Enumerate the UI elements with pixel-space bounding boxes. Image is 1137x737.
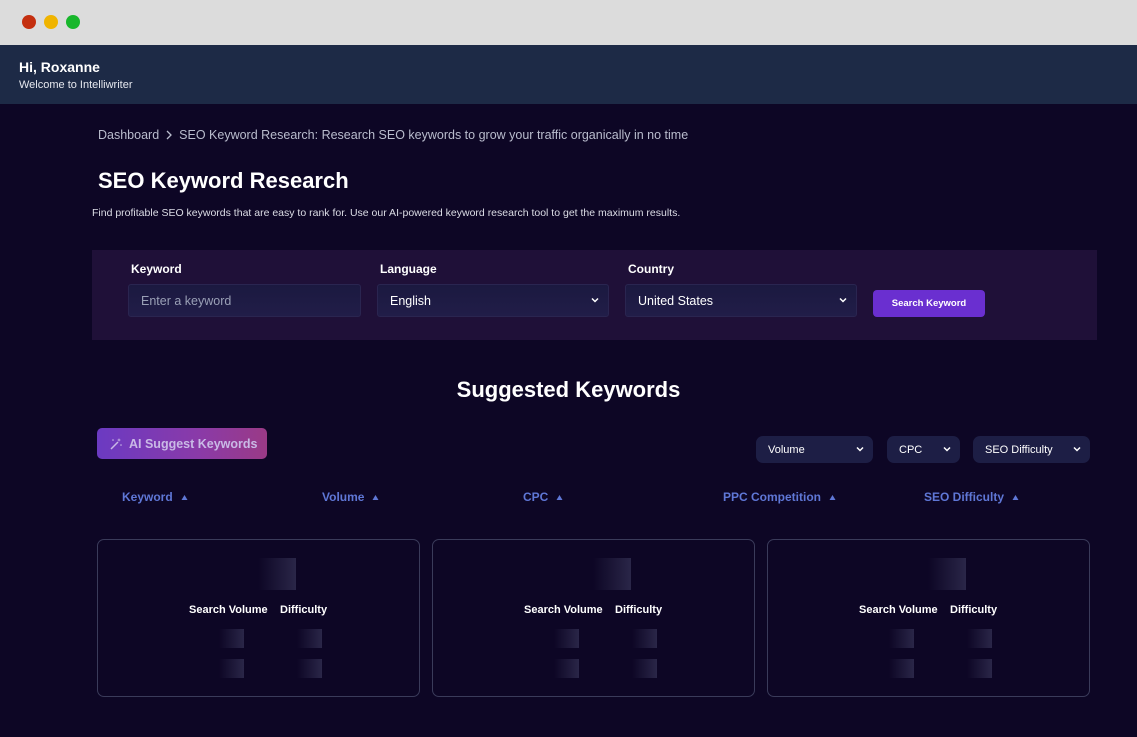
ai-suggest-label: AI Suggest Keywords [129,436,258,451]
ai-suggest-keywords-button[interactable]: AI Suggest Keywords [97,428,267,459]
language-label: Language [380,262,437,276]
skeleton-placeholder [297,659,322,678]
chevron-down-icon [856,446,864,452]
magic-wand-icon [110,437,122,450]
column-header-volume[interactable]: Volume [322,490,379,504]
difficulty-label: Difficulty [280,604,328,616]
column-header-ppc-competition-label: PPC Competition [723,490,821,504]
keyword-card-skeleton: Search Volume Difficulty [97,539,420,697]
search-volume-label: Search Volume [524,604,603,616]
language-select-value: English [390,293,431,308]
chevron-down-icon [1073,446,1081,452]
welcome-text: Welcome to Intelliwriter [19,79,133,91]
cpc-filter-label: CPC [899,443,923,456]
skeleton-placeholder [967,659,992,678]
column-header-volume-label: Volume [322,490,365,504]
skeleton-placeholder [889,659,914,678]
column-header-seo-difficulty-label: SEO Difficulty [924,490,1005,504]
window-titlebar [0,0,1137,45]
column-header-cpc[interactable]: CPC [523,490,563,504]
column-header-ppc-competition[interactable]: PPC Competition [723,490,836,504]
breadcrumb-current: SEO Keyword Research: Research SEO keywo… [179,128,689,142]
sort-up-icon [1012,494,1019,500]
sort-up-icon [181,494,188,500]
country-label: Country [628,262,674,276]
search-keyword-button[interactable]: Search Keyword [873,290,985,317]
close-window-button[interactable] [22,15,36,29]
volume-filter-label: Volume [768,443,805,456]
skeleton-placeholder [297,629,322,648]
cpc-filter-select[interactable]: CPC [887,436,960,463]
sort-up-icon [372,494,379,500]
column-header-cpc-label: CPC [523,490,549,504]
user-greeting: Hi, Roxanne [19,59,100,75]
skeleton-placeholder [554,629,579,648]
skeleton-placeholder [258,558,296,590]
seo-difficulty-filter-label: SEO Difficulty [985,443,1053,456]
country-select-value: United States [638,293,714,308]
skeleton-placeholder [219,659,244,678]
minimize-window-button[interactable] [44,15,58,29]
chevron-down-icon [839,297,847,303]
column-header-seo-difficulty[interactable]: SEO Difficulty [924,490,1019,504]
skeleton-placeholder [554,659,579,678]
suggested-keywords-title: Suggested Keywords [456,377,681,402]
skeleton-placeholder [219,629,244,648]
difficulty-label: Difficulty [950,604,998,616]
page-subtitle: Find profitable SEO keywords that are ea… [92,207,681,219]
skeleton-placeholder [632,659,657,678]
column-header-keyword[interactable]: Keyword [122,490,188,504]
sort-up-icon [829,494,836,500]
skeleton-placeholder [593,558,631,590]
breadcrumb-dashboard-link[interactable]: Dashboard [98,128,159,142]
difficulty-label: Difficulty [615,604,663,616]
search-volume-label: Search Volume [859,604,938,616]
seo-difficulty-filter-select[interactable]: SEO Difficulty [973,436,1090,463]
sort-up-icon [556,494,563,500]
chevron-right-icon [165,127,173,143]
chevron-down-icon [943,446,951,452]
keyword-card-skeleton: Search Volume Difficulty [432,539,755,697]
keyword-input[interactable]: Enter a keyword [128,284,361,317]
chevron-down-icon [591,297,599,303]
page-title: SEO Keyword Research [98,168,349,193]
skeleton-placeholder [967,629,992,648]
search-volume-label: Search Volume [189,604,268,616]
volume-filter-select[interactable]: Volume [756,436,873,463]
keyword-card-skeleton: Search Volume Difficulty [767,539,1090,697]
skeleton-placeholder [889,629,914,648]
search-panel: Keyword Enter a keyword Language English… [92,250,1097,340]
keyword-label: Keyword [131,262,182,276]
skeleton-placeholder [632,629,657,648]
country-select[interactable]: United States [625,284,857,317]
skeleton-placeholder [928,558,966,590]
app-window: Hi, Roxanne Welcome to Intelliwriter Das… [0,0,1137,737]
maximize-window-button[interactable] [66,15,80,29]
top-header-bar: Hi, Roxanne Welcome to Intelliwriter [0,45,1137,104]
breadcrumb: Dashboard SEO Keyword Research: Research… [98,127,688,143]
column-header-keyword-label: Keyword [122,490,173,504]
language-select[interactable]: English [377,284,609,317]
